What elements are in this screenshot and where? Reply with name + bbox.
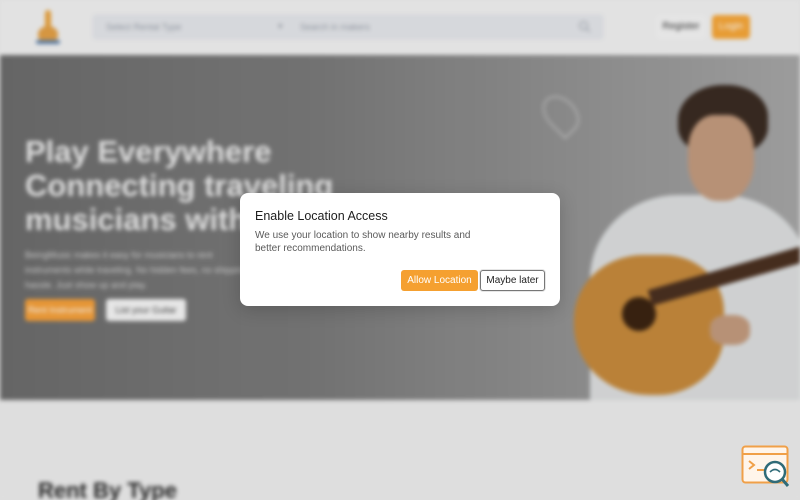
allow-location-button[interactable]: Allow Location (401, 270, 478, 291)
code-search-icon[interactable] (741, 445, 791, 489)
modal-title: Enable Location Access (255, 209, 388, 223)
modal-description: We use your location to show nearby resu… (255, 230, 471, 254)
maybe-later-button[interactable]: Maybe later (480, 270, 545, 291)
location-access-modal: Enable Location Access We use your locat… (240, 193, 560, 306)
